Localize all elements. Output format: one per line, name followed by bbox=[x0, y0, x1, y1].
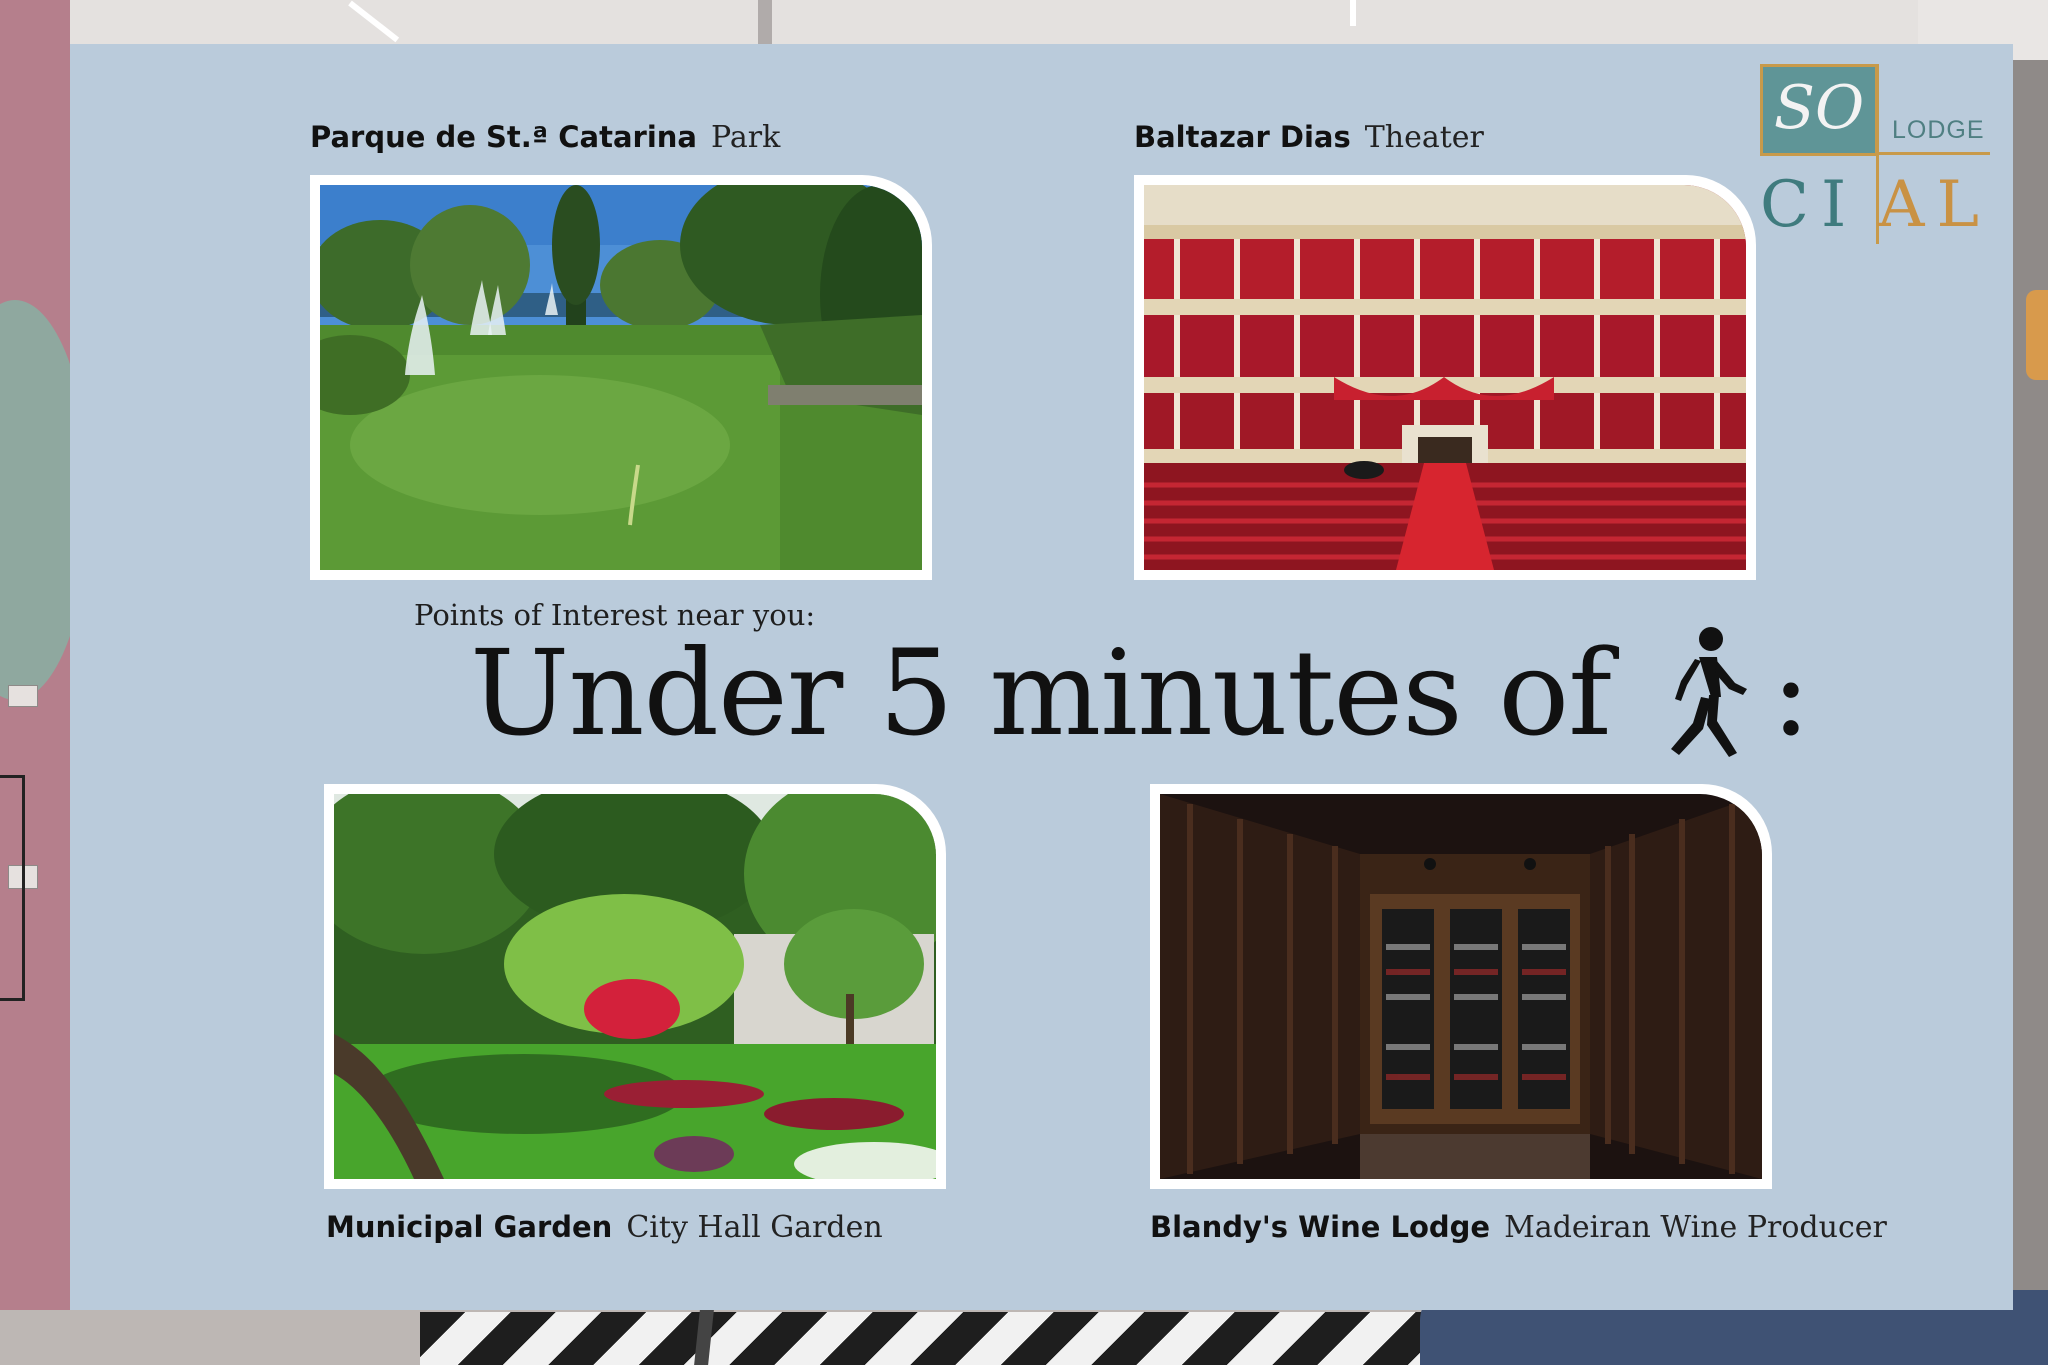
place-kind: City Hall Garden bbox=[626, 1210, 883, 1245]
place-kind: Park bbox=[711, 120, 781, 155]
main-heading-text: Under 5 minutes of bbox=[470, 624, 1612, 762]
theater-photo bbox=[1144, 185, 1746, 570]
easel-pole bbox=[758, 0, 772, 44]
lamp bbox=[2026, 290, 2048, 380]
park-photo bbox=[320, 185, 922, 570]
place-label-wine-lodge: Blandy's Wine Lodge Madeiran Wine Produce… bbox=[1150, 1210, 1887, 1245]
garden-photo bbox=[334, 794, 936, 1179]
place-kind: Theater bbox=[1364, 120, 1484, 155]
so-cial-lodge-logo: SO LODGE CI AL bbox=[1760, 64, 1990, 244]
theater-photo-frame bbox=[1134, 175, 1756, 580]
logo-al: AL bbox=[1878, 168, 1991, 242]
striped-rug bbox=[420, 1312, 1440, 1365]
logo-cial: CI AL bbox=[1760, 168, 1991, 242]
logo-divider bbox=[1878, 152, 1990, 155]
wine-lodge-photo bbox=[1160, 794, 1762, 1179]
place-name: Blandy's Wine Lodge bbox=[1150, 1210, 1491, 1244]
ceiling-light bbox=[1350, 0, 1356, 26]
right-wall-panel bbox=[2008, 60, 2048, 1360]
main-heading: Under 5 minutes of : bbox=[470, 624, 1811, 762]
shelf bbox=[0, 775, 25, 1001]
place-name: Parque de St.ª Catarina bbox=[310, 120, 697, 154]
poi-board: SO LODGE CI AL Parque de St.ª Catarina Par… bbox=[70, 44, 2013, 1310]
walking-person-icon bbox=[1670, 627, 1747, 757]
logo-lodge: LODGE bbox=[1892, 116, 1985, 144]
park-photo-frame bbox=[310, 175, 932, 580]
wine-lodge-photo-frame bbox=[1150, 784, 1772, 1189]
place-label-theater: Baltazar Dias Theater bbox=[1134, 120, 1484, 155]
wall-outlet bbox=[8, 685, 38, 707]
main-heading-colon: : bbox=[1770, 624, 1811, 762]
garden-photo-frame bbox=[324, 784, 946, 1189]
logo-ci: CI bbox=[1760, 168, 1859, 242]
logo-so: SO bbox=[1773, 73, 1865, 143]
place-name: Baltazar Dias bbox=[1134, 120, 1351, 154]
place-label-garden: Municipal Garden City Hall Garden bbox=[326, 1210, 883, 1245]
place-label-park: Parque de St.ª Catarina Park bbox=[310, 120, 780, 155]
place-name: Municipal Garden bbox=[326, 1210, 613, 1244]
place-kind: Madeiran Wine Producer bbox=[1504, 1210, 1887, 1245]
